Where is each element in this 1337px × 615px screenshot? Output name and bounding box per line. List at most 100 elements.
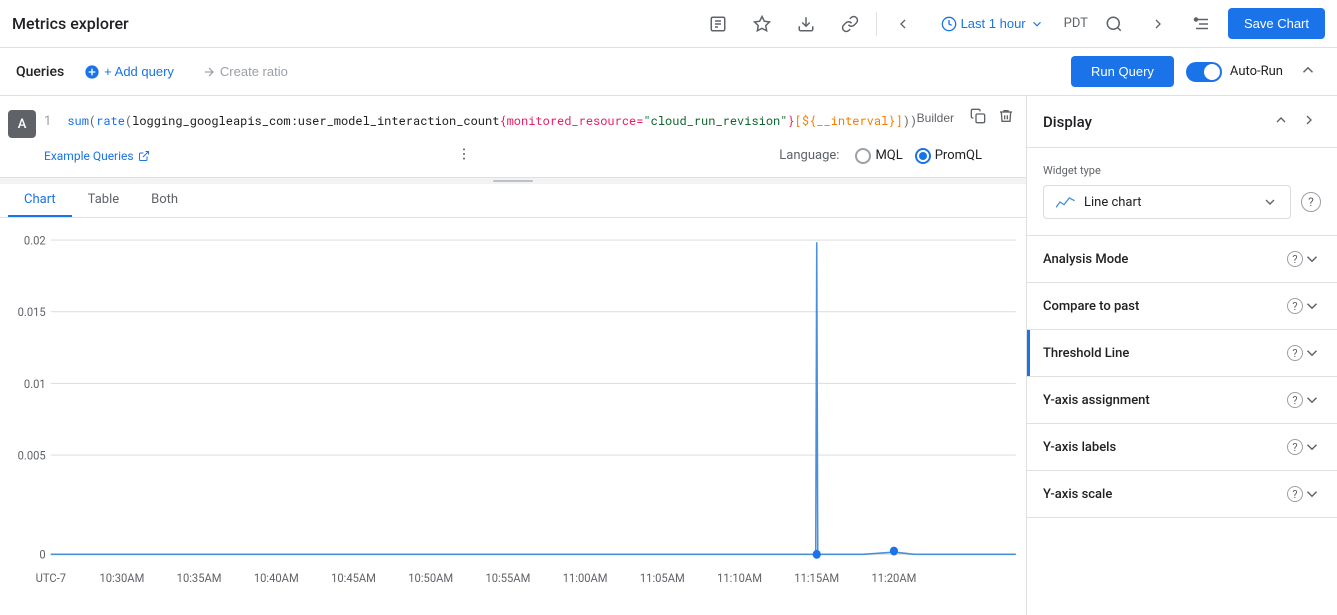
svg-text:0.02: 0.02	[24, 233, 46, 248]
query-actions: Builder	[909, 104, 1018, 131]
app-title: Metrics explorer	[12, 14, 692, 33]
add-chart-icon-btn[interactable]	[744, 6, 780, 42]
y-axis-scale-title: Y-axis scale	[1043, 487, 1283, 502]
y-axis-scale-help[interactable]: ?	[1287, 486, 1303, 502]
svg-text:10:30AM: 10:30AM	[99, 570, 144, 585]
time-range-btn[interactable]: Last 1 hour	[929, 10, 1056, 38]
y-axis-scale-chevron	[1303, 485, 1321, 503]
svg-text:10:40AM: 10:40AM	[254, 570, 299, 585]
widget-type-section: Widget type Line chart ?	[1027, 148, 1337, 236]
language-selector: Language: MQL PromQL	[779, 148, 982, 164]
search-icon-btn[interactable]	[1096, 6, 1132, 42]
y-axis-scale-header[interactable]: Y-axis scale ?	[1027, 471, 1337, 517]
tab-both[interactable]: Both	[135, 184, 194, 217]
widget-type-select[interactable]: Line chart	[1043, 185, 1291, 219]
threshold-line-help[interactable]: ?	[1287, 345, 1303, 361]
analysis-mode-help[interactable]: ?	[1287, 251, 1303, 267]
widget-type-label: Widget type	[1043, 164, 1321, 177]
threshold-line-section: Threshold Line ?	[1027, 330, 1337, 377]
svg-text:10:50AM: 10:50AM	[408, 570, 453, 585]
analysis-mode-section: Analysis Mode ?	[1027, 236, 1337, 283]
link-icon-btn[interactable]	[832, 6, 868, 42]
display-header-btns	[1269, 108, 1321, 135]
compare-to-past-chevron	[1303, 297, 1321, 315]
widget-type-value: Line chart	[1084, 195, 1254, 210]
compare-to-past-title: Compare to past	[1043, 299, 1283, 314]
nav-back-btn[interactable]	[885, 6, 921, 42]
save-chart-btn[interactable]: Save Chart	[1228, 8, 1325, 39]
y-axis-assignment-chevron	[1303, 391, 1321, 409]
nav-forward-btn[interactable]	[1140, 6, 1176, 42]
auto-run-row: Auto-Run	[1186, 62, 1283, 82]
svg-text:0: 0	[39, 547, 45, 562]
query-letter-a: A	[8, 110, 36, 138]
svg-text:11:00AM: 11:00AM	[563, 570, 608, 585]
svg-text:11:05AM: 11:05AM	[640, 570, 685, 585]
svg-text:0.015: 0.015	[18, 305, 46, 320]
display-expand-btn[interactable]	[1297, 108, 1321, 135]
tab-table[interactable]: Table	[72, 184, 135, 217]
language-radio-group: MQL PromQL	[855, 148, 982, 164]
y-axis-assignment-help[interactable]: ?	[1287, 392, 1303, 408]
y-axis-labels-help[interactable]: ?	[1287, 439, 1303, 455]
language-label: Language:	[779, 148, 839, 163]
mql-radio[interactable]: MQL	[855, 148, 902, 164]
add-query-btn[interactable]: + Add query	[76, 60, 182, 84]
chart-dot	[813, 550, 821, 559]
run-query-btn[interactable]: Run Query	[1071, 56, 1174, 87]
more-options-btn[interactable]	[456, 146, 472, 165]
time-range-label: Last 1 hour	[961, 16, 1026, 31]
threshold-accent-bar	[1027, 330, 1030, 376]
query-copy-btn[interactable]	[966, 104, 990, 131]
collapse-queries-btn[interactable]	[1295, 57, 1321, 86]
svg-text:UTC-7: UTC-7	[36, 570, 67, 585]
settings-icon-btn[interactable]	[1184, 6, 1220, 42]
queries-bar: Queries + Add query Create ratio Run Que…	[0, 48, 1337, 96]
left-panel: A 1 sum(rate(logging_googleapis_com:user…	[0, 96, 1027, 615]
view-tabs: Chart Table Both	[0, 184, 1026, 218]
svg-text:10:35AM: 10:35AM	[177, 570, 222, 585]
create-ratio-btn[interactable]: Create ratio	[194, 60, 296, 83]
tab-chart[interactable]: Chart	[8, 184, 72, 217]
auto-run-label: Auto-Run	[1230, 64, 1283, 79]
display-title: Display	[1043, 113, 1261, 131]
auto-run-toggle[interactable]	[1186, 62, 1222, 82]
download-icon-btn[interactable]	[788, 6, 824, 42]
svg-text:11:20AM: 11:20AM	[872, 570, 917, 585]
svg-text:10:45AM: 10:45AM	[331, 570, 376, 585]
threshold-line-header[interactable]: Threshold Line ?	[1027, 330, 1337, 376]
compare-to-past-header[interactable]: Compare to past ?	[1027, 283, 1337, 329]
y-axis-labels-title: Y-axis labels	[1043, 440, 1283, 455]
threshold-line-chevron	[1303, 344, 1321, 362]
svg-text:11:10AM: 11:10AM	[717, 570, 762, 585]
y-axis-scale-section: Y-axis scale ?	[1027, 471, 1337, 518]
promql-radio[interactable]: PromQL	[915, 148, 982, 164]
query-editor: A 1 sum(rate(logging_googleapis_com:user…	[0, 96, 1026, 178]
query-builder-btn[interactable]: Builder	[909, 104, 962, 131]
main-area: A 1 sum(rate(logging_googleapis_com:user…	[0, 96, 1337, 615]
y-axis-assignment-title: Y-axis assignment	[1043, 393, 1283, 408]
chart-area: 0.02 0.015 0.01 0.005 0 UTC-7 10:30AM 10…	[0, 218, 1026, 615]
svg-text:0.01: 0.01	[24, 376, 46, 391]
analysis-mode-title: Analysis Mode	[1043, 252, 1283, 267]
y-axis-labels-header[interactable]: Y-axis labels ?	[1027, 424, 1337, 470]
y-axis-assignment-header[interactable]: Y-axis assignment ?	[1027, 377, 1337, 423]
example-queries-link[interactable]: Example Queries	[44, 149, 150, 163]
note-icon-btn[interactable]	[700, 6, 736, 42]
analysis-mode-header[interactable]: Analysis Mode ?	[1027, 236, 1337, 282]
query-footer: Example Queries Language: MQL	[0, 142, 1026, 169]
analysis-mode-chevron	[1303, 250, 1321, 268]
display-collapse-btn[interactable]	[1269, 108, 1293, 135]
query-text[interactable]: sum(rate(logging_googleapis_com:user_mod…	[63, 108, 1018, 134]
widget-help-icon[interactable]: ?	[1301, 192, 1321, 212]
queries-label: Queries	[16, 64, 64, 80]
svg-text:11:15AM: 11:15AM	[794, 570, 839, 585]
divider	[876, 12, 877, 36]
timezone-label: PDT	[1064, 16, 1088, 31]
chart-svg: 0.02 0.015 0.01 0.005 0 UTC-7 10:30AM 10…	[0, 218, 1026, 615]
compare-to-past-help[interactable]: ?	[1287, 298, 1303, 314]
svg-text:0.005: 0.005	[18, 448, 46, 463]
y-axis-assignment-section: Y-axis assignment ?	[1027, 377, 1337, 424]
query-number: 1	[44, 108, 51, 129]
query-delete-btn[interactable]	[994, 104, 1018, 131]
